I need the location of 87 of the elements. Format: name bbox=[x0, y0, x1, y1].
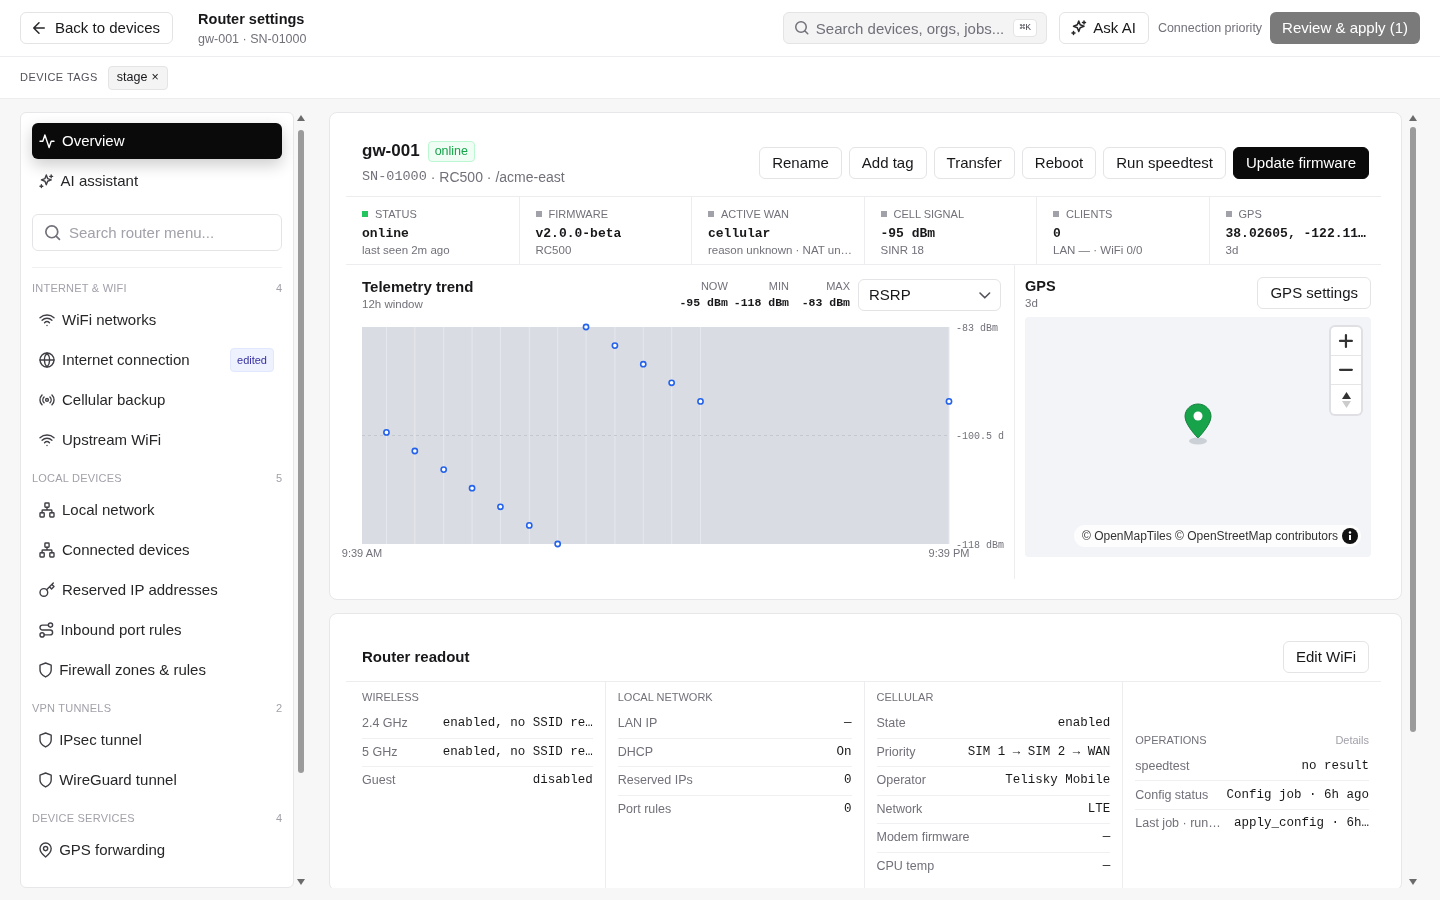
readout-label: CPU temp bbox=[876, 857, 935, 875]
readout-label: Config status bbox=[1135, 786, 1209, 804]
readout-value: no result bbox=[1301, 757, 1369, 775]
stat-value: -95 dBm bbox=[880, 225, 937, 243]
readout-label: Port rules bbox=[617, 800, 672, 818]
stat-label: STATUS bbox=[375, 206, 417, 222]
section-heading: DEVICE SERVICES bbox=[32, 811, 135, 826]
map-subtitle: 3d bbox=[1025, 296, 1039, 310]
group-heading: CELLULAR bbox=[876, 691, 934, 703]
status-badge: edited bbox=[230, 348, 274, 372]
group-heading: WIRELESS bbox=[362, 691, 419, 703]
readout-value: Telisky Mobile bbox=[1005, 772, 1111, 790]
device-name: gw-001 bbox=[362, 140, 420, 163]
chart-title: Telemetry trend bbox=[362, 277, 474, 297]
readout-label: 5 GHz bbox=[362, 743, 398, 761]
readout-value: 0 bbox=[844, 800, 852, 818]
readout-value: apply_config · 6h… bbox=[1233, 815, 1369, 833]
stat-detail: SINR 18 bbox=[880, 243, 925, 258]
section-count: 2 bbox=[275, 701, 282, 716]
readout-value: enabled, no SSID re… bbox=[442, 714, 593, 732]
group-heading: OPERATIONS bbox=[1135, 733, 1207, 746]
readout-label: LAN IP bbox=[617, 714, 658, 732]
readout-value: On bbox=[836, 743, 852, 761]
x-axis-label: 9:39 PM bbox=[928, 547, 970, 559]
section-count: 4 bbox=[275, 811, 282, 826]
stat-detail: LAN — · WiFi 0/0 bbox=[1053, 243, 1144, 258]
readout-value: disabled bbox=[532, 772, 593, 790]
device-serial: SN-01000 bbox=[362, 167, 427, 186]
stat-detail: RC500 bbox=[535, 243, 573, 258]
readout-value: — bbox=[844, 714, 852, 732]
tag-label: stage bbox=[116, 69, 148, 87]
readout-label: Network bbox=[876, 800, 923, 818]
readout-value: — bbox=[1102, 857, 1111, 875]
shortcut-key: ⌘K bbox=[1013, 19, 1037, 37]
readout-label: Last job · run… bbox=[1135, 815, 1221, 833]
section-title: Router readout bbox=[362, 646, 470, 667]
stat-label: FIRMWARE bbox=[548, 206, 608, 222]
section-count: 5 bbox=[275, 471, 282, 486]
stat-value: 38.02605, -122.11… bbox=[1225, 225, 1365, 243]
map-title: GPS bbox=[1025, 277, 1056, 295]
readout-label: DHCP bbox=[617, 743, 654, 761]
section-heading: INTERNET & WIFI bbox=[32, 281, 127, 296]
stat-label: CELL SIGNAL bbox=[893, 206, 964, 222]
stat-label: MIN bbox=[768, 279, 789, 293]
readout-value: LTE bbox=[1087, 800, 1111, 818]
stat-label: MAX bbox=[826, 279, 850, 293]
map-attribution: © OpenMapTiles © OpenStreetMap contributors bbox=[1081, 528, 1338, 545]
stat-label: ACTIVE WAN bbox=[721, 206, 790, 222]
status-badge: online bbox=[427, 140, 475, 162]
tags-label: DEVICE TAGS bbox=[20, 70, 98, 86]
readout-label: Modem firmware bbox=[876, 829, 970, 847]
stat-value: v2.0.0-beta bbox=[535, 225, 623, 243]
readout-value: enabled, no SSID re… bbox=[442, 743, 593, 761]
stat-value: -83 dBm bbox=[801, 295, 850, 311]
readout-label: 2.4 GHz bbox=[362, 714, 408, 732]
chart-subtitle: 12h window bbox=[362, 297, 424, 311]
x-axis-label: 9:39 AM bbox=[341, 547, 383, 559]
stat-value: cellular bbox=[708, 225, 772, 243]
readout-label: State bbox=[876, 714, 906, 732]
readout-label: Reserved IPs bbox=[617, 772, 693, 790]
stat-detail: last seen 2m ago bbox=[362, 243, 451, 258]
stat-value: -95 dBm bbox=[679, 295, 728, 311]
group-heading: LOCAL NETWORK bbox=[617, 691, 713, 703]
device-meta: · RC500 · /acme-east bbox=[430, 167, 565, 187]
stat-label: GPS bbox=[1238, 206, 1262, 222]
readout-value: SIM 1 → SIM 2 → WAN bbox=[967, 743, 1111, 761]
stat-detail: 3d bbox=[1225, 243, 1240, 258]
readout-label: Guest bbox=[362, 772, 396, 790]
stat-label: CLIENTS bbox=[1066, 206, 1113, 222]
section-heading: LOCAL DEVICES bbox=[32, 471, 122, 486]
readout-value: enabled bbox=[1057, 714, 1111, 732]
readout-value: Config job · 6h ago bbox=[1226, 786, 1369, 804]
stat-value: 0 bbox=[1053, 225, 1062, 243]
readout-label: Priority bbox=[876, 743, 916, 761]
y-axis-label: -100.5 d bbox=[956, 431, 1004, 442]
readout-value: — bbox=[1102, 829, 1111, 847]
stat-value: -118 dBm bbox=[733, 295, 789, 311]
readout-value: 0 bbox=[844, 772, 852, 790]
section-count: 4 bbox=[275, 281, 282, 296]
page-title: Router settings bbox=[198, 9, 306, 28]
stat-value: online bbox=[362, 225, 410, 243]
stat-label: NOW bbox=[700, 279, 728, 293]
page-subtitle: gw-001 · SN-01000 bbox=[198, 30, 307, 47]
y-axis-label: -83 dBm bbox=[956, 322, 998, 334]
readout-label: Operator bbox=[876, 772, 926, 790]
readout-label: speedtest bbox=[1135, 757, 1190, 775]
section-heading: VPN TUNNELS bbox=[32, 701, 112, 716]
